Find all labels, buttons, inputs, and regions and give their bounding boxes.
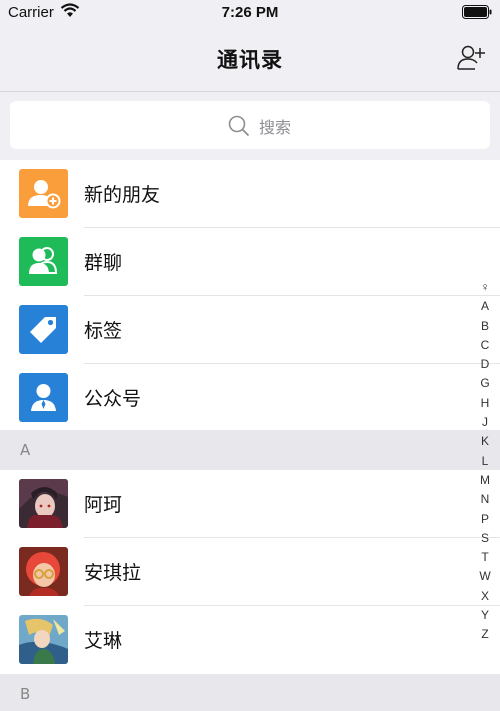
section-header-label: B: [20, 685, 31, 703]
section-header-a: A: [0, 430, 500, 470]
search-icon: [228, 115, 250, 137]
tag-icon: [19, 305, 68, 354]
contact-row[interactable]: 阿珂: [0, 470, 500, 538]
page-title: 通讯录: [217, 48, 283, 72]
index-item[interactable]: C: [478, 336, 492, 355]
new-friend-icon: [19, 169, 68, 218]
row-label: 公众号: [84, 388, 142, 410]
add-contact-icon[interactable]: [456, 42, 486, 72]
navigation-bar: 通讯录: [0, 26, 500, 92]
index-item[interactable]: K: [478, 432, 492, 451]
contact-name: 艾琳: [84, 630, 123, 652]
status-bar: Carrier 7:26 PM: [0, 0, 500, 26]
index-item[interactable]: H: [478, 394, 492, 413]
contact-avatar: [19, 547, 68, 596]
index-item[interactable]: D: [478, 355, 492, 374]
index-item[interactable]: X: [478, 587, 492, 606]
contact-avatar: [19, 615, 68, 664]
status-time: 7:26 PM: [221, 4, 279, 21]
contact-name: 安琪拉: [84, 562, 142, 584]
index-item[interactable]: Y: [478, 606, 492, 625]
group-chats-row[interactable]: 群聊: [0, 228, 500, 296]
index-item[interactable]: Z: [478, 625, 492, 644]
section-header-label: A: [20, 441, 31, 459]
index-item[interactable]: L: [478, 452, 492, 471]
alphabet-index-bar[interactable]: ♀ A B C D G H J K L M N P S T W X Y Z: [478, 278, 492, 645]
new-friends-row[interactable]: 新的朋友: [0, 160, 500, 228]
section-header-b: B: [0, 674, 500, 711]
row-label: 群聊: [84, 252, 123, 274]
group-chat-icon: [19, 237, 68, 286]
contact-name: 阿珂: [84, 494, 123, 516]
index-item[interactable]: W: [478, 567, 492, 586]
contact-row[interactable]: 艾琳: [0, 606, 500, 674]
official-accounts-row[interactable]: 公众号: [0, 364, 500, 432]
search-placeholder: 搜索: [259, 118, 292, 137]
row-label: 标签: [84, 320, 123, 342]
contact-avatar: [19, 479, 68, 528]
index-item[interactable]: T: [478, 548, 492, 567]
index-item[interactable]: J: [478, 413, 492, 432]
search-input[interactable]: 搜索: [10, 101, 490, 149]
index-item[interactable]: M: [478, 471, 492, 490]
search-container: 搜索: [0, 92, 500, 160]
index-item[interactable]: A: [478, 297, 492, 316]
row-label: 新的朋友: [84, 184, 161, 206]
index-item[interactable]: B: [478, 317, 492, 336]
contact-row[interactable]: 安琪拉: [0, 538, 500, 606]
tags-row[interactable]: 标签: [0, 296, 500, 364]
index-item[interactable]: P: [478, 510, 492, 529]
battery-icon: [462, 5, 492, 19]
index-item[interactable]: N: [478, 490, 492, 509]
index-item[interactable]: G: [478, 374, 492, 393]
official-account-icon: [19, 373, 68, 422]
index-item[interactable]: S: [478, 529, 492, 548]
index-item[interactable]: ♀: [478, 278, 492, 297]
